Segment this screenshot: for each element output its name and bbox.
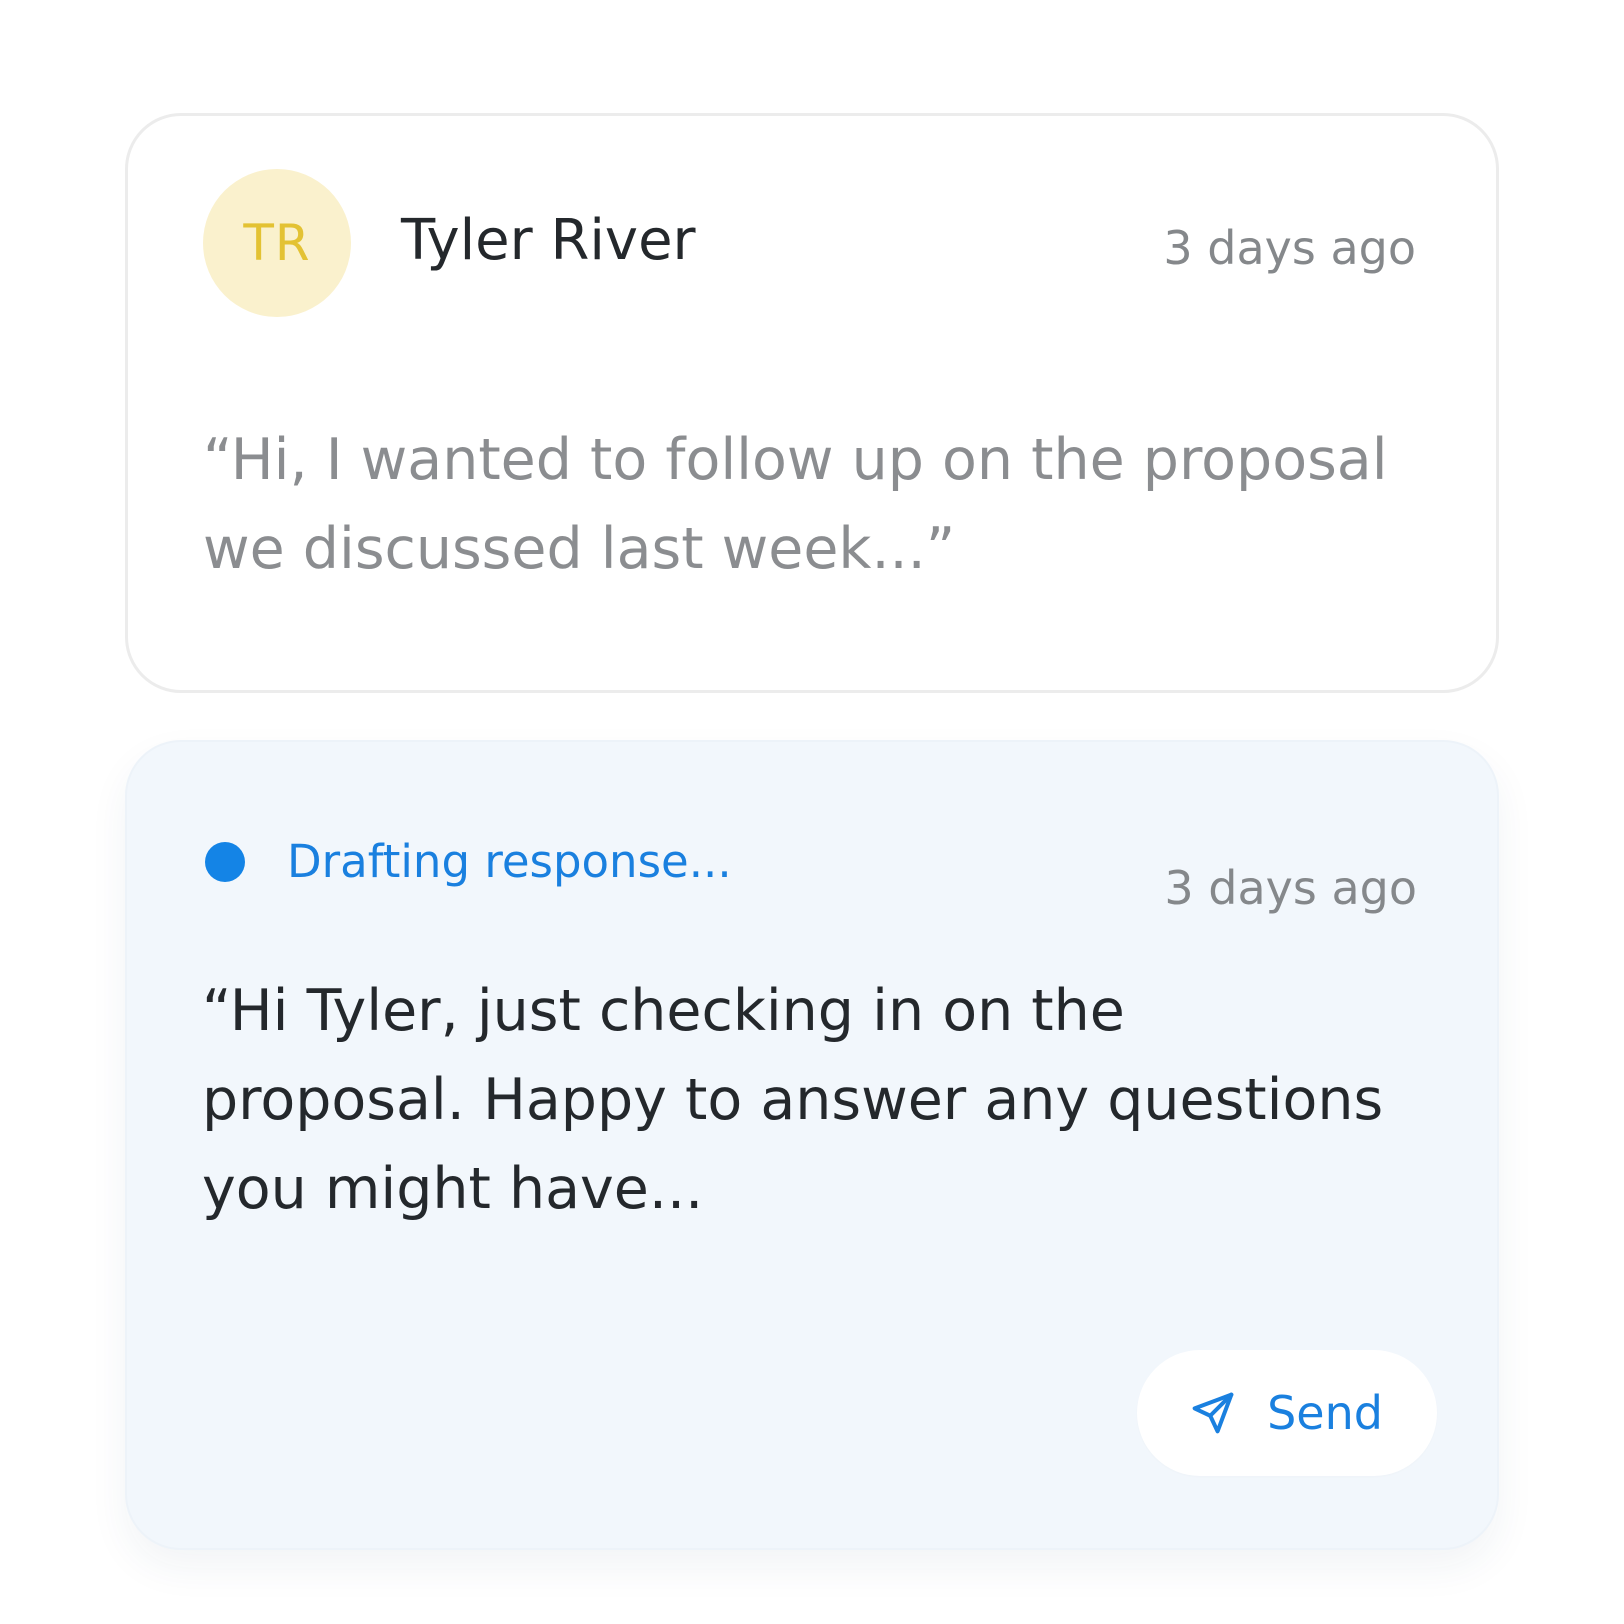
incoming-message-line: “Hi, I wanted to follow up on the propos… — [203, 427, 1388, 493]
draft-message-line: “Hi Tyler, just checking in on the — [202, 978, 1125, 1044]
incoming-timestamp: 3 days ago — [1163, 221, 1416, 275]
draft-message-line: proposal. Happy to answer any questions — [202, 1067, 1384, 1133]
avatar: TR — [203, 169, 351, 317]
message-panel: TR Tyler River 3 days ago “Hi, I wanted … — [0, 0, 1624, 1624]
status-dot-icon — [205, 842, 245, 882]
send-label: Send — [1267, 1386, 1383, 1440]
draft-message-text: “Hi Tyler, just checking in on the propo… — [202, 967, 1442, 1234]
sender-name: Tyler River — [401, 208, 696, 273]
incoming-message-card[interactable]: TR Tyler River 3 days ago “Hi, I wanted … — [125, 113, 1499, 693]
incoming-message-line: we discussed last week...” — [203, 516, 956, 582]
avatar-initials: TR — [243, 214, 311, 272]
incoming-message-preview: “Hi, I wanted to follow up on the propos… — [203, 416, 1443, 594]
draft-status: Drafting response... — [287, 835, 732, 888]
draft-message-line: you might have... — [202, 1156, 704, 1222]
draft-response-card: Drafting response... 3 days ago “Hi Tyle… — [125, 740, 1499, 1550]
draft-timestamp: 3 days ago — [1164, 861, 1417, 915]
send-button[interactable]: Send — [1137, 1350, 1437, 1476]
send-icon — [1192, 1392, 1234, 1434]
